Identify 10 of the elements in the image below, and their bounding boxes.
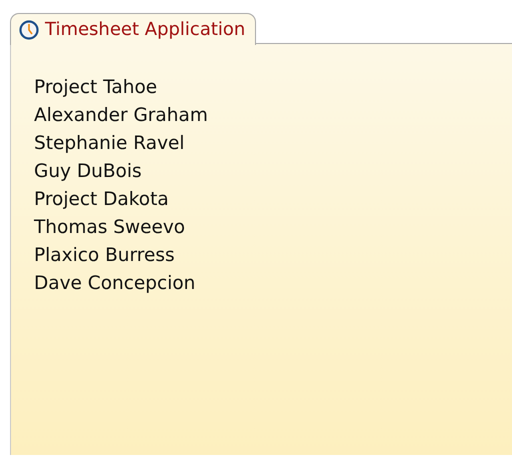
list-item[interactable]: Alexander Graham <box>34 102 208 130</box>
list-item[interactable]: Guy DuBois <box>34 158 142 186</box>
list-item[interactable]: Stephanie Ravel <box>34 130 185 158</box>
clock-icon <box>19 20 39 40</box>
list-item[interactable]: Dave Concepcion <box>34 270 196 298</box>
list-item[interactable]: Project Tahoe <box>34 74 158 102</box>
list-item[interactable]: Project Dakota <box>34 186 169 214</box>
list-item[interactable]: Plaxico Burress <box>34 242 175 270</box>
tab[interactable]: Timesheet Application <box>10 13 256 45</box>
list-item[interactable]: Thomas Sweevo <box>34 214 186 242</box>
